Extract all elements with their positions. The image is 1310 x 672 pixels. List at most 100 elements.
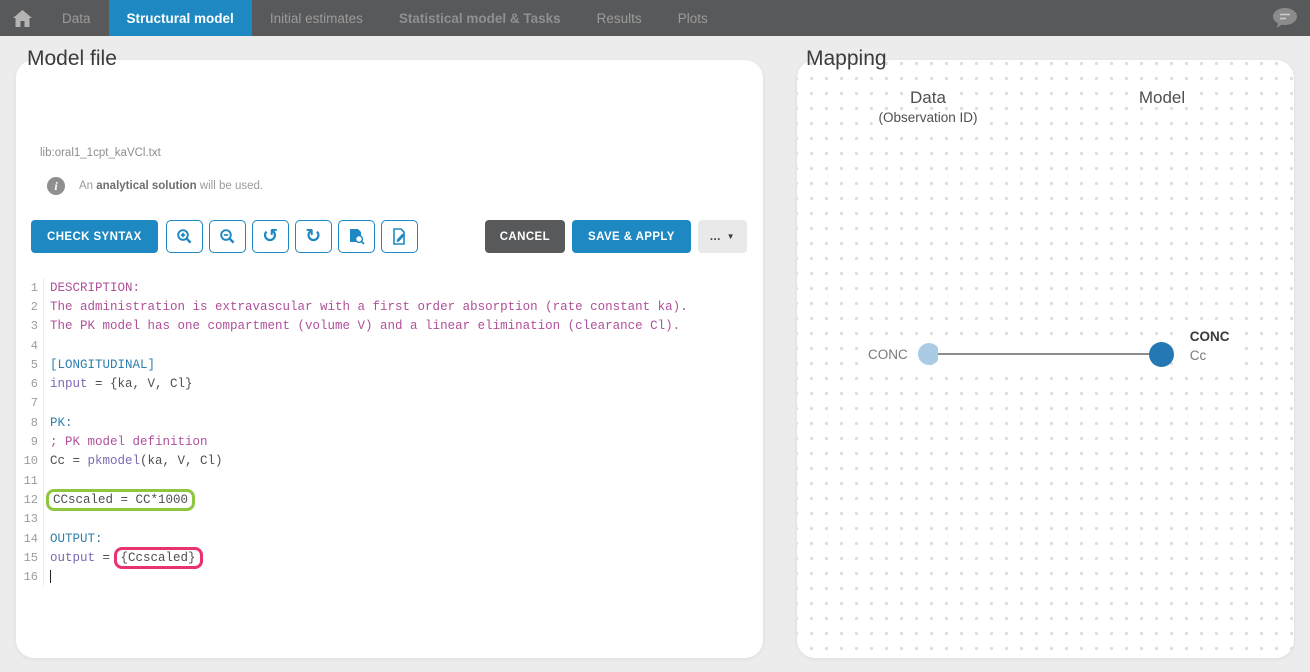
undo-icon: ↺ — [262, 227, 278, 246]
line-number: 7 — [16, 394, 44, 413]
mapping-panel: Data (Observation ID) Model CONC CONC Cc — [797, 60, 1294, 658]
info-prefix: An — [79, 180, 96, 192]
code-line-5: 5 [LONGITUDINAL] — [16, 355, 763, 374]
model-output-label: CONC Cc — [1182, 327, 1238, 365]
tab-plots[interactable]: Plots — [660, 0, 726, 36]
code-line-content — [50, 570, 51, 584]
model-output-variable: Cc — [1190, 348, 1230, 363]
mapping-connection-line — [938, 343, 1151, 365]
code-line-8: 8 PK: — [16, 413, 763, 432]
data-subheader-label: (Observation ID) — [872, 110, 983, 125]
code-token: = {ka, V, Cl} — [88, 377, 193, 391]
code-token: output — [50, 551, 95, 565]
info-bold: analytical solution — [96, 180, 196, 192]
data-header-label: Data — [904, 88, 952, 107]
code-line-1: 1DESCRIPTION: — [16, 278, 763, 297]
home-icon — [13, 10, 32, 27]
redo-icon: ↻ — [305, 227, 321, 246]
app-window: DataStructural modelInitial estimatesSta… — [0, 0, 1310, 672]
line-number: 13 — [16, 510, 44, 529]
code-token: Cc = — [50, 454, 88, 468]
code-line-content: OUTPUT: — [50, 532, 103, 546]
chevron-down-icon: ▼ — [727, 232, 735, 241]
undo-button[interactable]: ↺ — [252, 220, 289, 253]
redo-button[interactable]: ↻ — [295, 220, 332, 253]
line-number: 8 — [16, 413, 44, 432]
cancel-button[interactable]: CANCEL — [485, 220, 565, 253]
line-number: 4 — [16, 336, 44, 355]
mapping-connection-row: CONC CONC Cc — [858, 330, 1238, 378]
line-number: 5 — [16, 355, 44, 374]
check-syntax-button[interactable]: CHECK SYNTAX — [31, 220, 158, 253]
model-output-name: CONC — [1190, 329, 1230, 344]
file-search-button[interactable] — [338, 220, 375, 253]
code-line-content: Cc = pkmodel(ka, V, Cl) — [50, 454, 223, 468]
tab-structural-model[interactable]: Structural model — [109, 0, 252, 36]
line-number: 9 — [16, 432, 44, 451]
editor-toolbar: CHECK SYNTAX ↺↻ CANCEL SAVE & APPLY ...▼ — [31, 220, 747, 253]
file-edit-button[interactable] — [381, 220, 418, 253]
tab-data[interactable]: Data — [44, 0, 109, 36]
data-observation-label: CONC — [858, 341, 918, 368]
code-token: ; PK model definition — [50, 435, 208, 449]
code-token: PK: — [50, 416, 73, 430]
library-file-name: lib:oral1_1cpt_kaVCl.txt — [40, 147, 161, 159]
code-token: DESCRIPTION: — [50, 281, 140, 295]
mapping-model-header: Model — [1133, 88, 1191, 108]
mapping-endpoint-data[interactable] — [918, 343, 940, 365]
more-options-button[interactable]: ...▼ — [698, 220, 747, 253]
code-line-content: ; PK model definition — [50, 435, 208, 449]
line-number: 10 — [16, 452, 44, 471]
code-line-16: 16 — [16, 567, 763, 586]
code-line-11: 11 — [16, 471, 763, 490]
highlighted-code-green: CCscaled = CC*1000 — [46, 489, 195, 511]
code-line-content: output = {Ccscaled} — [50, 547, 199, 569]
text-cursor — [50, 570, 51, 583]
code-line-2: 2 The administration is extravascular wit… — [16, 297, 763, 316]
zoom-in-icon — [176, 228, 193, 245]
nav-tabs: DataStructural modelInitial estimatesSta… — [44, 0, 726, 36]
mapping-endpoint-model[interactable] — [1149, 342, 1174, 367]
model-file-title: Model file — [27, 47, 117, 71]
code-line-content: The PK model has one compartment (volume… — [50, 319, 680, 333]
info-note-text: An analytical solution will be used. — [79, 180, 263, 192]
chat-button[interactable] — [1272, 7, 1298, 34]
line-number: 11 — [16, 471, 44, 490]
code-line-4: 4 — [16, 336, 763, 355]
code-token: The PK model has one compartment (volume… — [50, 319, 680, 333]
zoom-out-icon — [219, 228, 236, 245]
zoom-in-button[interactable] — [166, 220, 203, 253]
file-search-icon — [347, 228, 365, 245]
code-token: [LONGITUDINAL] — [50, 358, 155, 372]
info-icon: i — [47, 177, 65, 195]
line-number: 3 — [16, 317, 44, 336]
mapping-title: Mapping — [806, 47, 887, 71]
code-token: pkmodel — [88, 454, 141, 468]
code-line-content: DESCRIPTION: — [50, 281, 140, 295]
line-number: 6 — [16, 374, 44, 393]
info-note: i An analytical solution will be used. — [47, 177, 263, 195]
chat-icon — [1272, 7, 1298, 29]
code-token: input — [50, 377, 88, 391]
zoom-out-button[interactable] — [209, 220, 246, 253]
mapping-data-header: Data (Observation ID) — [872, 88, 983, 125]
code-line-14: 14 OUTPUT: — [16, 529, 763, 548]
line-number: 14 — [16, 529, 44, 548]
tab-results[interactable]: Results — [579, 0, 660, 36]
code-token: The administration is extravascular with… — [50, 300, 688, 314]
editor-icon-buttons: ↺↻ — [158, 220, 418, 253]
save-apply-button[interactable]: SAVE & APPLY — [572, 220, 691, 253]
line-number: 2 — [16, 297, 44, 316]
tab-statistical-model-tasks[interactable]: Statistical model & Tasks — [381, 0, 579, 36]
file-edit-icon — [391, 228, 407, 245]
model-code-editor[interactable]: 1DESCRIPTION:2 The administration is extr… — [16, 278, 763, 658]
home-button[interactable] — [0, 0, 44, 36]
top-navbar: DataStructural modelInitial estimatesSta… — [0, 0, 1310, 36]
line-number: 15 — [16, 548, 44, 567]
code-line-content: PK: — [50, 416, 73, 430]
tab-initial-estimates[interactable]: Initial estimates — [252, 0, 381, 36]
code-line-15: 15 output = {Ccscaled} — [16, 548, 763, 567]
code-token: OUTPUT: — [50, 532, 103, 546]
code-line-content: input = {ka, V, Cl} — [50, 377, 193, 391]
line-number: 12 — [16, 490, 44, 509]
